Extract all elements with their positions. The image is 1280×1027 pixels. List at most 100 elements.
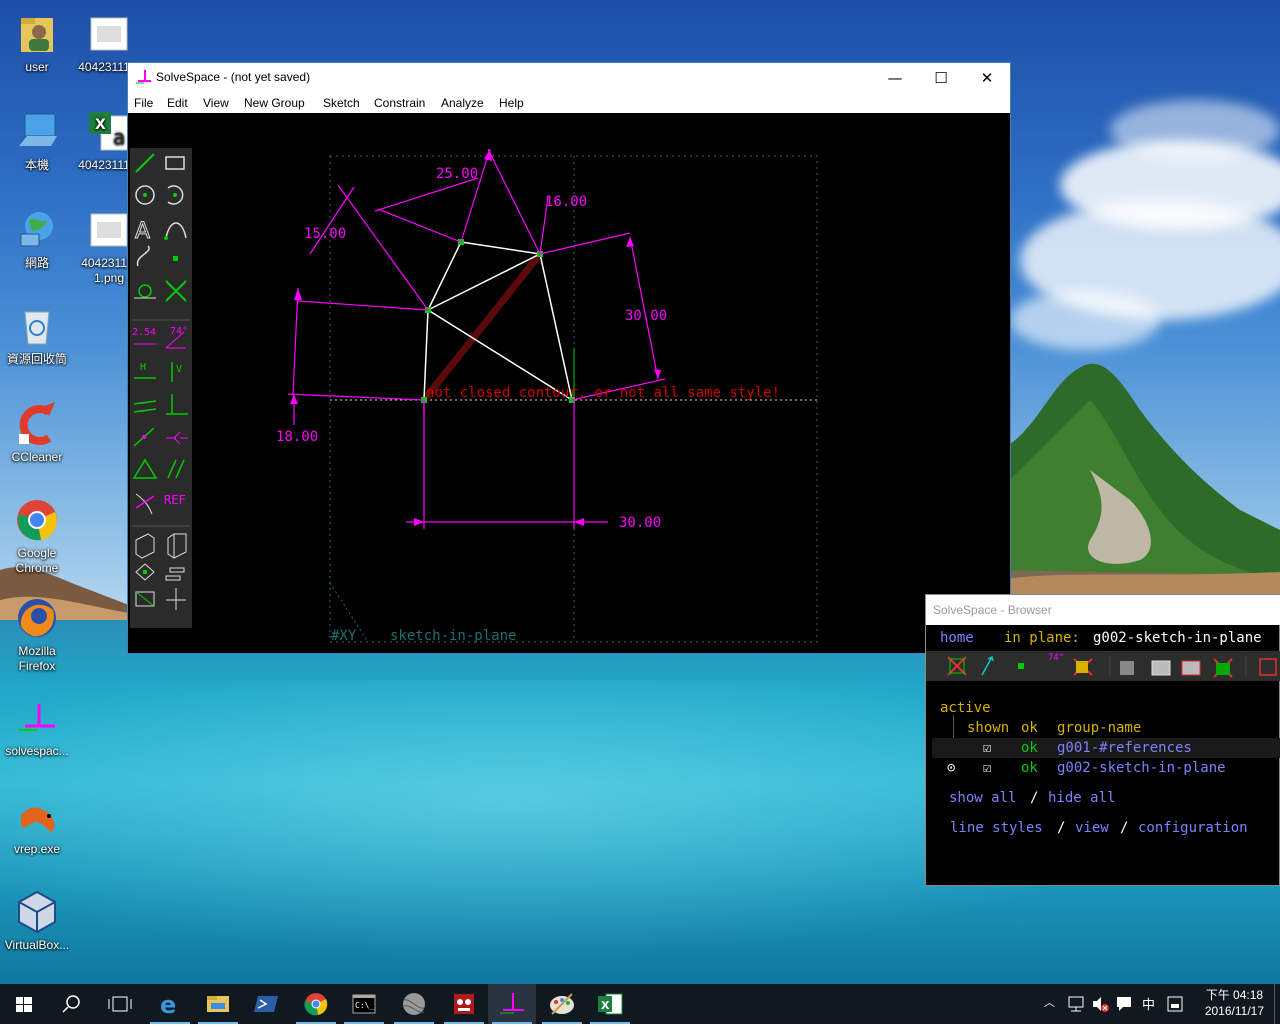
maximize-button[interactable]: ☐ xyxy=(918,63,964,93)
action-center-icon[interactable] xyxy=(1115,995,1133,1013)
hidden-lines-icon[interactable] xyxy=(1254,653,1280,679)
desktop-icon-network[interactable]: 網路 xyxy=(0,208,74,271)
same-orientation-icon[interactable] xyxy=(162,456,188,482)
point-tool-icon[interactable] xyxy=(162,244,188,270)
perpendicular-constraint-icon[interactable] xyxy=(162,388,188,414)
taskbar-command-prompt[interactable]: C:\_ xyxy=(340,984,388,1024)
menu-help[interactable]: Help xyxy=(499,96,524,110)
show-points-icon[interactable] xyxy=(1008,653,1034,679)
active-group-radio-icon[interactable]: ⊙ xyxy=(947,760,955,776)
arc-tool-icon[interactable] xyxy=(162,182,188,208)
dimension-label-top[interactable]: 25.00 xyxy=(436,166,478,182)
show-edges-icon[interactable] xyxy=(1148,653,1174,679)
text-tool-icon[interactable] xyxy=(132,214,158,240)
desktop-icon-firefox[interactable]: Mozilla Firefox xyxy=(0,596,74,674)
dimension-label-bottom[interactable]: 30.00 xyxy=(619,515,661,531)
view-link[interactable]: view xyxy=(1075,820,1109,836)
start-button[interactable] xyxy=(0,984,48,1024)
tool-horizontal-label[interactable]: H xyxy=(140,362,146,373)
show-all-link[interactable]: show all xyxy=(949,790,1016,806)
taskbar-powershell[interactable] xyxy=(242,984,290,1024)
show-outline-icon[interactable] xyxy=(1178,653,1204,679)
taskbar-sphere-app[interactable] xyxy=(390,984,438,1024)
bezier-tool-icon[interactable] xyxy=(132,244,158,270)
menu-new-group[interactable]: New Group xyxy=(244,96,305,110)
show-mesh-icon[interactable] xyxy=(1210,653,1236,679)
circle-tool-icon[interactable] xyxy=(132,182,158,208)
taskbar-paint[interactable] xyxy=(538,984,586,1024)
group-name-link[interactable]: g002-sketch-in-plane xyxy=(1057,760,1226,776)
desktop-icon-ccleaner[interactable]: CCleaner xyxy=(0,402,74,465)
taskbar-clock[interactable]: 下午 04:18 2016/11/17 xyxy=(1205,987,1264,1019)
taskbar-mask-app[interactable] xyxy=(440,984,488,1024)
menu-analyze[interactable]: Analyze xyxy=(441,96,484,110)
desktop-icon-vrep[interactable]: vrep.exe xyxy=(0,794,74,857)
tool-distance-label[interactable]: 2.54 xyxy=(132,327,156,338)
menu-sketch[interactable]: Sketch xyxy=(323,96,360,110)
hide-all-link[interactable]: hide all xyxy=(1048,790,1115,806)
taskbar-edge[interactable]: e xyxy=(146,984,194,1024)
desktop-icon-virtualbox[interactable]: VirtualBox... xyxy=(0,890,74,953)
group-visible-checkbox[interactable]: ☑ xyxy=(983,740,991,756)
group-name-link[interactable]: g001-#references xyxy=(1057,740,1192,756)
step-translating-icon[interactable] xyxy=(162,562,188,588)
show-hidden-icons-chevron-icon[interactable]: ︿ xyxy=(1044,994,1055,1010)
parallel-constraint-icon[interactable] xyxy=(132,388,158,414)
desktop-icon-user[interactable]: user xyxy=(0,12,74,75)
show-constraints-icon[interactable] xyxy=(1040,653,1066,679)
show-desktop-button[interactable] xyxy=(1274,984,1280,1024)
construction-tool-icon[interactable] xyxy=(132,276,158,302)
network-icon[interactable] xyxy=(1067,995,1085,1013)
close-button[interactable]: ✕ xyxy=(964,63,1010,93)
step-rotating-icon[interactable] xyxy=(132,562,158,588)
group-visible-checkbox[interactable]: ☑ xyxy=(983,760,991,776)
show-normals-icon[interactable] xyxy=(976,653,1002,679)
menu-edit[interactable]: Edit xyxy=(167,96,188,110)
menu-constrain[interactable]: Constrain xyxy=(374,96,425,110)
home-link[interactable]: home xyxy=(940,630,974,646)
lathe-group-icon[interactable] xyxy=(162,532,188,558)
equal-constraint-icon[interactable] xyxy=(132,456,158,482)
dimension-label-right-top[interactable]: 16.00 xyxy=(545,194,587,210)
tangent-arc-tool-icon[interactable] xyxy=(162,214,188,240)
dimension-label-left[interactable]: 15.00 xyxy=(304,226,346,242)
taskbar-file-explorer[interactable] xyxy=(194,984,242,1024)
menu-view[interactable]: View xyxy=(203,96,229,110)
keyboard-layout-icon[interactable] xyxy=(1166,995,1184,1013)
workplane-origin-icon[interactable] xyxy=(162,588,188,614)
dimension-label-right[interactable]: 30.00 xyxy=(625,308,667,324)
taskbar-chrome[interactable] xyxy=(292,984,340,1024)
taskbar-excel[interactable]: X xyxy=(586,984,634,1024)
input-method-indicator[interactable]: 中 xyxy=(1142,994,1155,1013)
desktop-icon-solvespace[interactable]: solvespac... xyxy=(0,696,74,759)
desktop-icon-chrome[interactable]: Google Chrome xyxy=(0,498,74,576)
menu-file[interactable]: File xyxy=(134,96,153,110)
line-segment-tool-icon[interactable] xyxy=(132,150,158,176)
extrude-group-icon[interactable] xyxy=(132,532,158,558)
split-curves-tool-icon[interactable] xyxy=(162,276,188,302)
browser-title-bar[interactable]: SolveSpace - Browser xyxy=(926,595,1280,625)
desktop-icon-recycle-bin[interactable]: 資源回收筒 xyxy=(0,304,74,367)
tool-reference-label[interactable]: REF xyxy=(164,493,186,507)
taskbar-solvespace[interactable] xyxy=(488,984,536,1024)
show-shaded-icon[interactable] xyxy=(1118,653,1144,679)
show-faces-icon[interactable] xyxy=(1072,653,1098,679)
line-styles-link[interactable]: line styles xyxy=(950,820,1043,836)
sketch-canvas[interactable]: 25.00 16.00 15.00 30.00 18.00 30.00 not … xyxy=(128,113,1010,653)
task-view-button[interactable] xyxy=(96,984,144,1024)
show-workplanes-icon[interactable] xyxy=(944,653,970,679)
other-supplementary-icon[interactable] xyxy=(132,488,158,514)
configuration-link[interactable]: configuration xyxy=(1138,820,1248,836)
search-button[interactable] xyxy=(48,984,96,1024)
desktop-icon-this-pc[interactable]: 本機 xyxy=(0,110,74,173)
sketch-in-new-workplane-icon[interactable] xyxy=(132,588,158,614)
dimension-label-left-bottom[interactable]: 18.00 xyxy=(276,429,318,445)
minimize-button[interactable]: — xyxy=(872,63,918,93)
symmetric-constraint-icon[interactable] xyxy=(162,422,188,448)
rectangle-tool-icon[interactable] xyxy=(162,150,188,176)
volume-muted-icon[interactable] xyxy=(1091,995,1109,1013)
tool-vertical-label[interactable]: V xyxy=(176,364,182,375)
on-point-constraint-icon[interactable] xyxy=(132,422,158,448)
tool-angle-label[interactable]: 74° xyxy=(170,326,188,337)
title-bar[interactable]: SolveSpace - (not yet saved) — ☐ ✕ xyxy=(128,63,1010,93)
